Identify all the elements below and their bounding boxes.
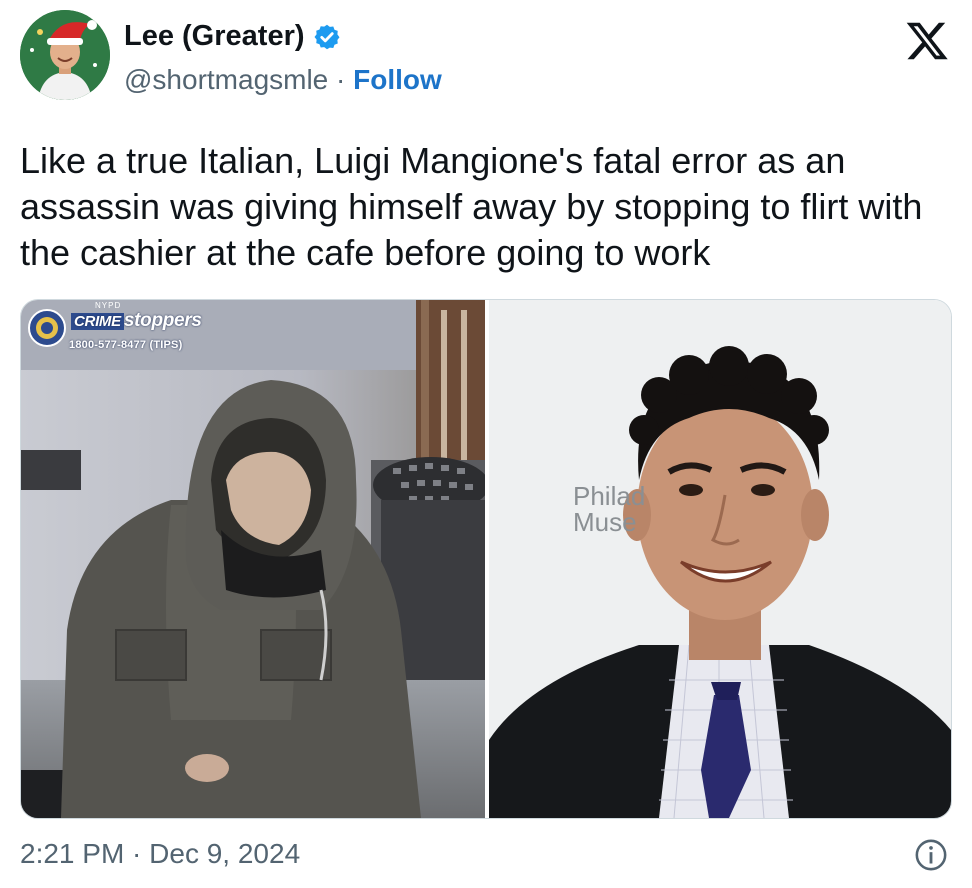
avatar-image: [20, 10, 110, 100]
author-handle[interactable]: @shortmagsmle: [124, 64, 328, 95]
surveillance-photo[interactable]: NYPD CRIME stoppers 1800-577-8477 (TIPS): [21, 300, 485, 818]
nypd-label: NYPD: [95, 301, 122, 310]
author-name-row[interactable]: Lee (Greater): [124, 20, 341, 53]
x-logo-icon[interactable]: [904, 18, 950, 64]
separator-dot: ·: [336, 64, 346, 95]
nypd-badge-icon: [28, 309, 66, 347]
tweet-timestamp[interactable]: 2:21 PM · Dec 9, 2024: [20, 838, 300, 870]
tweet-text: Like a true Italian, Luigi Mangione's fa…: [20, 140, 923, 273]
museum-line-2: Muse: [573, 507, 637, 535]
portrait-photo[interactable]: Philad Muse: [489, 300, 951, 818]
media-grid[interactable]: NYPD CRIMEstoppers 1800-577-8477 (TIPS): [20, 299, 952, 819]
museum-backdrop-text: Philad Muse: [573, 483, 653, 535]
handle-row: @shortmagsmle · Follow: [124, 64, 442, 96]
info-icon[interactable]: [914, 838, 948, 872]
surveillance-photo-image: [21, 300, 485, 818]
verified-badge-icon: [314, 24, 339, 49]
author-display-name[interactable]: Lee (Greater): [124, 20, 305, 53]
follow-button[interactable]: Follow: [353, 64, 442, 95]
crimestoppers-title: CRIME stoppers: [71, 310, 202, 332]
avatar[interactable]: [20, 10, 110, 100]
crimestoppers-stoppers: stoppers: [123, 310, 202, 331]
portrait-photo-image: [489, 300, 951, 818]
crimestoppers-phone: 1800-577-8477 (TIPS): [69, 339, 183, 351]
crimestoppers-overlay: NYPD CRIME stoppers 1800-577-8477 (TIPS): [25, 301, 245, 362]
tweet-card: Lee (Greater) @shortmagsmle · Follow Lik…: [0, 0, 972, 888]
museum-line-1: Philad: [573, 483, 646, 511]
crimestoppers-crime: CRIME: [71, 313, 124, 330]
